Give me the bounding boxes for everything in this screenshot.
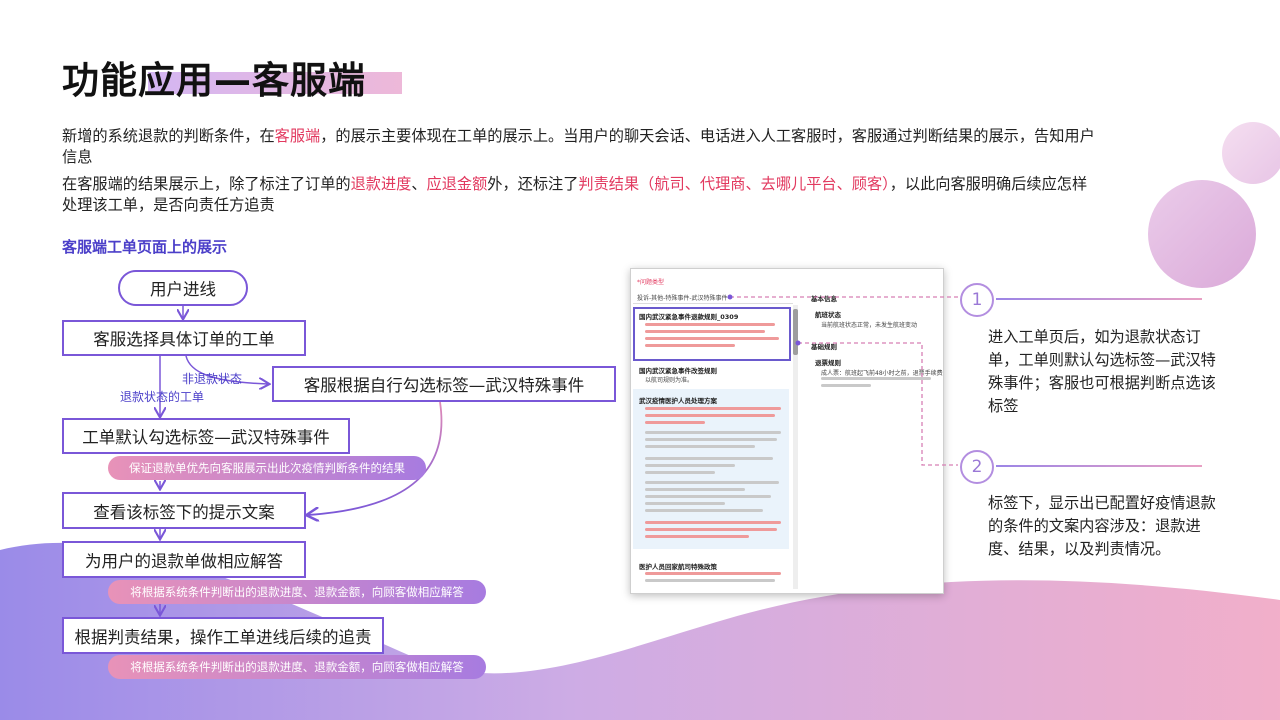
step-note-2: 标签下，显示出已配置好疫情退款的条件的文案内容涉及：退款进度、结果，以及判责情况… <box>988 494 1216 558</box>
step-number-1: 1 <box>960 283 994 317</box>
step-note-1: 进入工单页后，如为退款状态订单，工单则默认勾选标签—武汉特殊事件；客服也可根据判… <box>988 328 1216 415</box>
step-number-2: 2 <box>960 450 994 484</box>
callout-dot-1 <box>727 294 733 300</box>
callout-line-2 <box>798 342 958 466</box>
step-line-2 <box>996 465 1202 467</box>
step-line-1 <box>996 298 1202 300</box>
callout-dot-2 <box>795 340 801 346</box>
